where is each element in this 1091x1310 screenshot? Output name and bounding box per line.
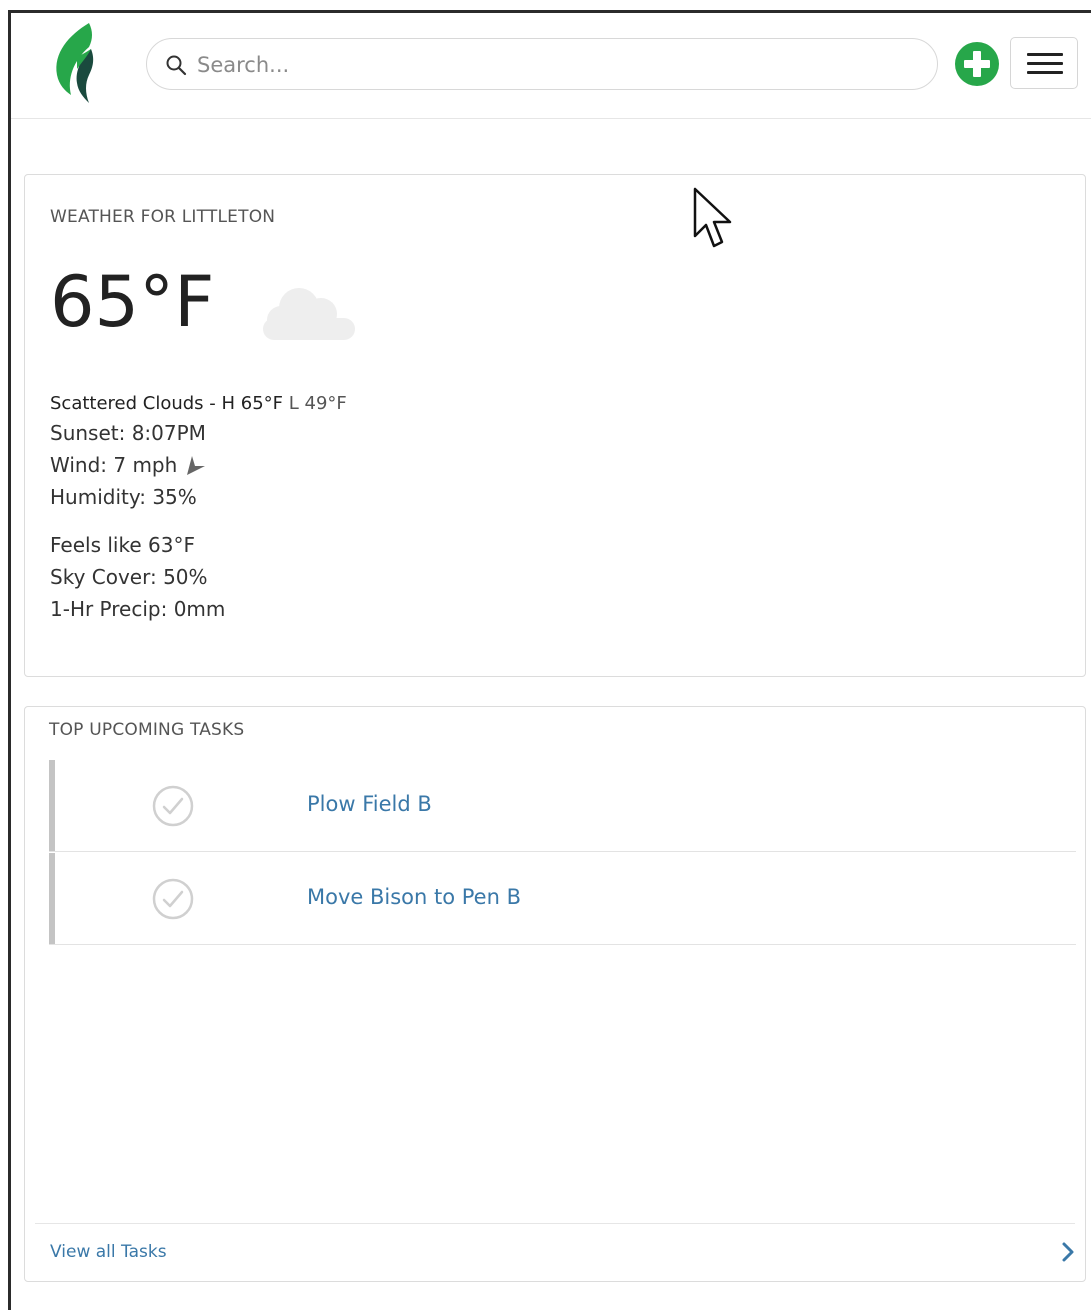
hamburger-menu-button[interactable] bbox=[1010, 37, 1078, 89]
window-frame-top bbox=[0, 0, 1091, 10]
task-priority-bar bbox=[49, 760, 55, 851]
sunset-time: Sunset: 8:07PM bbox=[50, 421, 206, 445]
leaf-logo-icon[interactable] bbox=[51, 23, 101, 105]
cloud-icon bbox=[263, 288, 355, 340]
task-link[interactable]: Move Bison to Pen B bbox=[307, 885, 521, 909]
window-border-left bbox=[8, 10, 11, 1310]
task-row: Move Bison to Pen B bbox=[49, 853, 1076, 945]
wind-line: Wind: 7 mph bbox=[50, 453, 207, 477]
top-header bbox=[11, 13, 1091, 119]
menu-bar-icon bbox=[1027, 71, 1063, 74]
complete-task-check-icon[interactable] bbox=[152, 785, 194, 827]
menu-bar-icon bbox=[1027, 53, 1063, 56]
add-button-plus-circle-icon[interactable] bbox=[954, 41, 1000, 87]
weather-condition-high: Scattered Clouds - H 65°F bbox=[50, 393, 284, 414]
wind-direction-arrow-icon bbox=[187, 456, 206, 475]
search-box[interactable] bbox=[146, 38, 938, 90]
search-input[interactable] bbox=[195, 47, 919, 83]
one-hour-precip: 1-Hr Precip: 0mm bbox=[50, 597, 226, 621]
menu-bar-icon bbox=[1027, 62, 1063, 65]
weather-card-title: WEATHER FOR LITTLETON bbox=[50, 207, 276, 227]
feels-like: Feels like 63°F bbox=[50, 533, 195, 557]
search-icon bbox=[166, 55, 187, 76]
task-link[interactable]: Plow Field B bbox=[307, 792, 432, 816]
view-all-tasks-link[interactable]: View all Tasks bbox=[50, 1242, 167, 1262]
weather-low: L 49°F bbox=[283, 393, 347, 414]
chevron-right-icon[interactable] bbox=[1059, 1241, 1077, 1263]
humidity: Humidity: 35% bbox=[50, 485, 197, 509]
weather-card: WEATHER FOR LITTLETON 65°F Scattered Clo… bbox=[24, 174, 1086, 677]
tasks-card-title: TOP UPCOMING TASKS bbox=[49, 720, 245, 740]
wind-speed: Wind: 7 mph bbox=[50, 453, 178, 477]
task-priority-bar bbox=[49, 853, 55, 944]
task-row: Plow Field B bbox=[49, 760, 1076, 852]
current-temperature: 65°F bbox=[50, 261, 215, 343]
sky-cover: Sky Cover: 50% bbox=[50, 565, 208, 589]
complete-task-check-icon[interactable] bbox=[152, 878, 194, 920]
weather-summary: Scattered Clouds - H 65°F L 49°F bbox=[50, 393, 347, 414]
tasks-card: TOP UPCOMING TASKS Plow Field B Move Bis… bbox=[24, 706, 1086, 1282]
card-footer-divider bbox=[35, 1223, 1075, 1224]
